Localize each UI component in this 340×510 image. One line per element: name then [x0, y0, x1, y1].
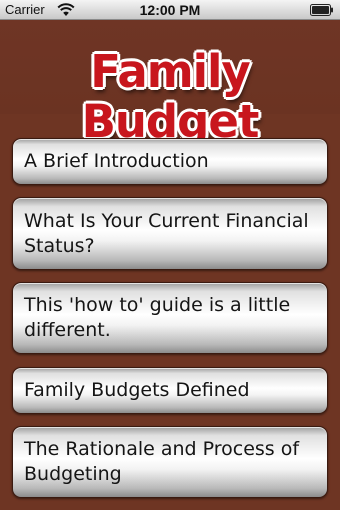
menu-item-brief-introduction[interactable]: A Brief Introduction — [12, 138, 328, 185]
menu-item-label: Family Budgets Defined — [24, 379, 250, 401]
menu-item-label: A Brief Introduction — [24, 150, 209, 172]
menu-item-label: This 'how to' guide is a little differen… — [24, 294, 291, 341]
status-bar: Carrier 12:00 PM — [0, 0, 340, 20]
battery-icon — [310, 4, 333, 16]
status-time: 12:00 PM — [139, 2, 201, 18]
menu-list: A Brief Introduction What Is Your Curren… — [0, 114, 340, 510]
menu-item-rationale-process[interactable]: The Rationale and Process of Budgeting — [12, 426, 328, 498]
app-header: Family Budget — [0, 20, 340, 147]
menu-item-label: What Is Your Current Financial Status? — [24, 209, 309, 257]
menu-item-family-budgets-defined[interactable]: Family Budgets Defined — [12, 367, 328, 414]
menu-item-current-financial-status[interactable]: What Is Your Current Financial Status? — [12, 197, 328, 270]
menu-item-label: The Rationale and Process of Budgeting — [24, 438, 300, 485]
menu-item-how-to-guide[interactable]: This 'how to' guide is a little differen… — [12, 282, 328, 354]
